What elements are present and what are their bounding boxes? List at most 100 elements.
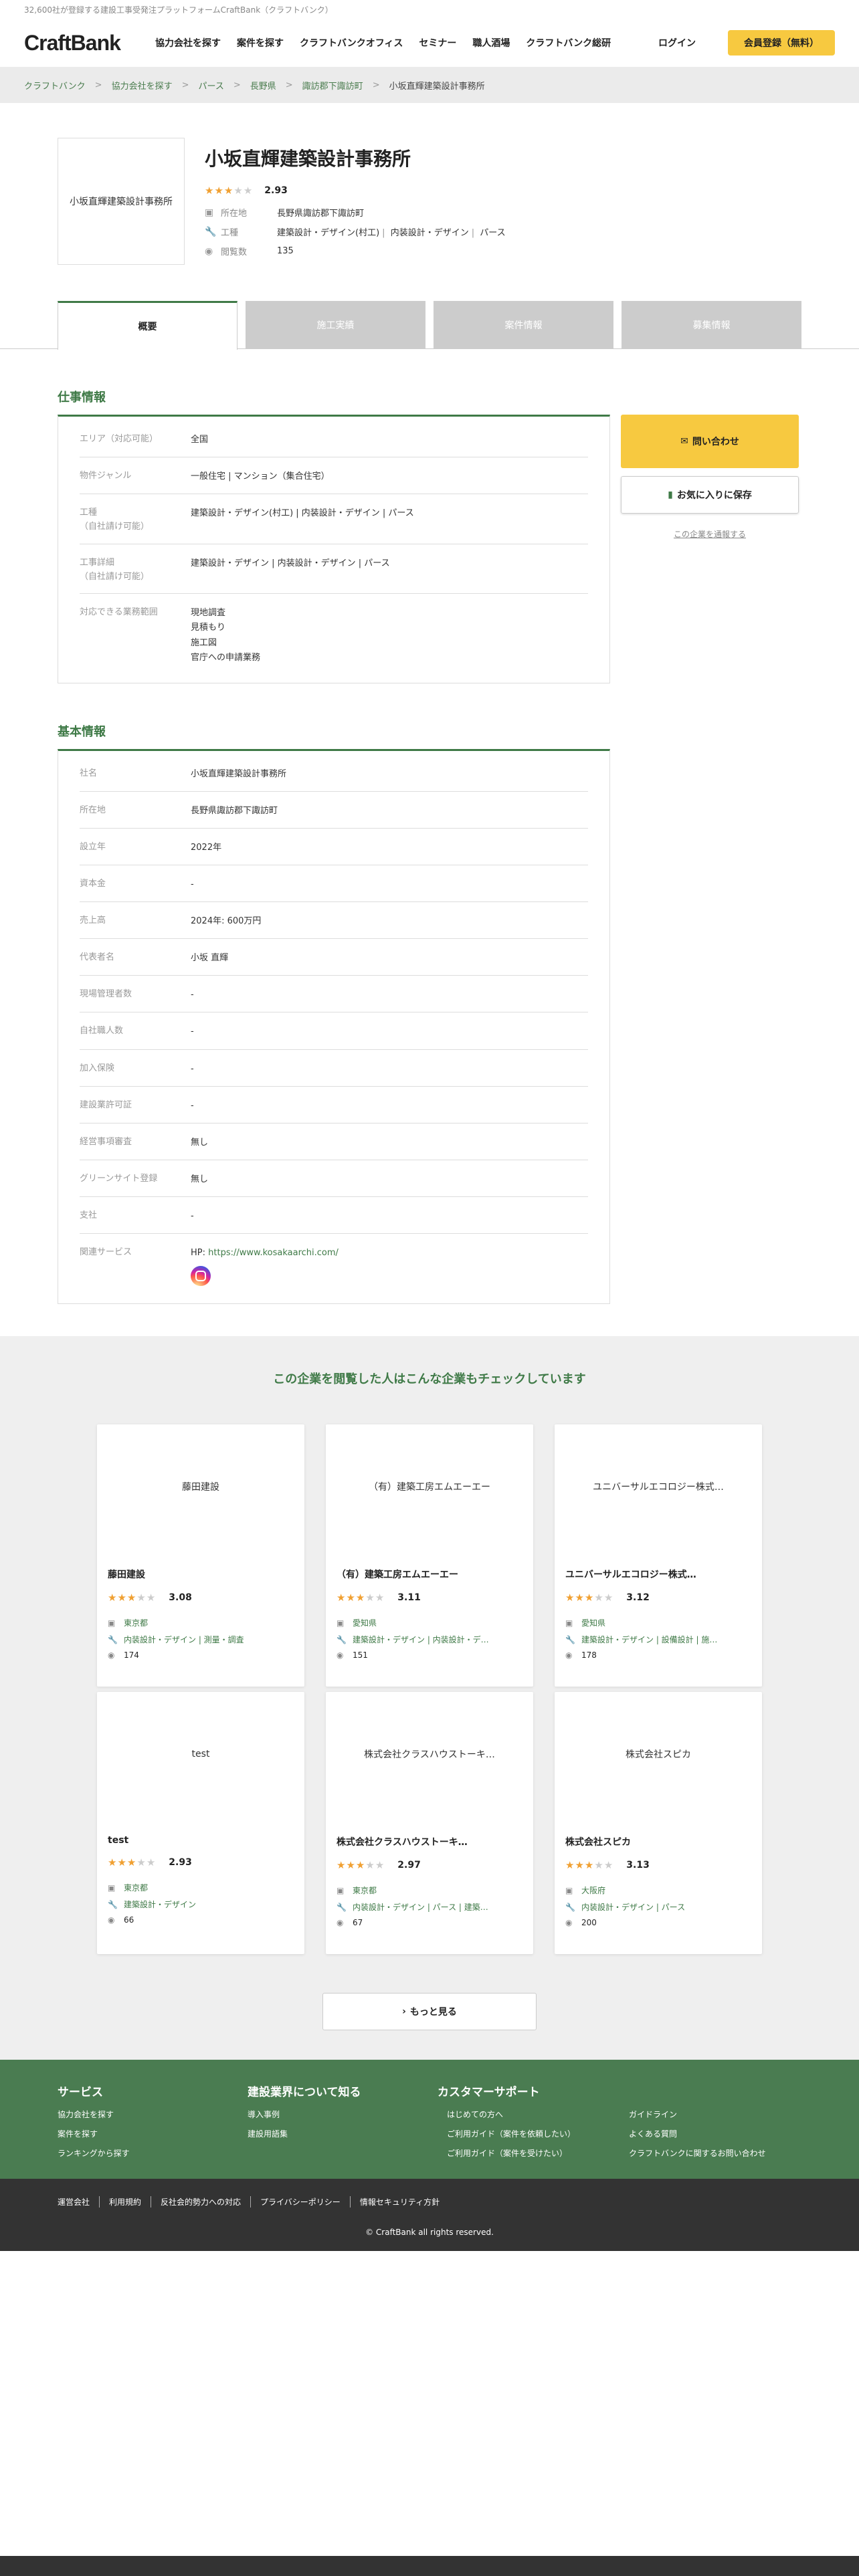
wrench-icon: 🔧: [108, 1899, 118, 1909]
breadcrumb-home[interactable]: クラフトバンク: [24, 79, 86, 92]
building-icon: ▣: [337, 1618, 345, 1628]
footer-bottom-link[interactable]: 反社会的勢力への対応: [161, 2196, 252, 2208]
basic-label: 代表者名: [80, 952, 115, 963]
footer-link[interactable]: よくある質問: [629, 2128, 801, 2139]
recommendations-section: この企業を閲覧した人はこんな企業もチェックしています 藤田建設 藤田建設 ★ ★ ★ ★ ★…: [0, 1336, 859, 2060]
hp-prefix: HP:: [191, 1247, 209, 1258]
card-rating-value: 2.93: [169, 1857, 192, 1868]
trade-link[interactable]: パース: [480, 228, 505, 238]
scope-item: 見積もり: [191, 623, 226, 633]
rating-value: 2.93: [264, 185, 288, 196]
trade-link[interactable]: 内装設計・デザイン: [391, 228, 469, 238]
company-card[interactable]: ユニバーサルエコロジー株式… ユニバーサルエコロジー株式… ★ ★ ★ ★ ★ 3.12 ▣ 愛知…: [555, 1424, 762, 1687]
company-card[interactable]: 藤田建設 藤田建設 ★ ★ ★ ★ ★ 3.08 ▣ 東京都 🔧 内装設計・デザイン | 測量・調査 ◉…: [97, 1424, 304, 1687]
nav-seminar[interactable]: セミナー: [419, 36, 456, 49]
footer-link[interactable]: 建設用語集: [248, 2128, 438, 2139]
footer-link[interactable]: ガイドライン: [629, 2109, 801, 2120]
star-filled-icon: ★: [223, 185, 233, 197]
card-rating-value: 3.08: [169, 1592, 192, 1604]
footer-bottom: 運営会社 利用規約 反社会的勢力への対応 プライバシーポリシー 情報セキュリティ…: [0, 2179, 859, 2252]
views-label: 閲覧数: [221, 247, 248, 257]
footer-link[interactable]: はじめての方へ: [447, 2109, 619, 2120]
star-empty-icon: ★: [146, 1856, 156, 1869]
star-empty-icon: ★: [136, 1592, 146, 1604]
report-link[interactable]: この企業を通報する: [621, 528, 799, 540]
star-filled-icon: ★: [337, 1859, 346, 1872]
footer-bottom-link[interactable]: 運営会社: [58, 2196, 100, 2208]
tab-projects[interactable]: 案件情報: [434, 301, 613, 349]
footer-link[interactable]: 協力会社を探す: [58, 2109, 248, 2120]
star-filled-icon: ★: [575, 1592, 584, 1604]
star-empty-icon: ★: [365, 1592, 375, 1604]
company-card[interactable]: 株式会社クラスハウストーキ… 株式会社クラスハウストーキ… ★ ★ ★ ★ ★ 2.97 ▣ 東京…: [326, 1692, 533, 1955]
card-trades: 内装設計・デザイン | 測量・調査: [124, 1635, 244, 1645]
star-filled-icon: ★: [126, 1856, 136, 1869]
basic-label: グリーンサイト登録: [80, 1173, 158, 1184]
footer-link[interactable]: ご利用ガイド（案件を依頼したい）: [447, 2128, 619, 2139]
basic-value: 小坂直輝建築設計事務所: [191, 768, 287, 779]
homepage-link[interactable]: https://www.kosakaarchi.com/: [208, 1248, 339, 1258]
favorite-button[interactable]: ▮ お気に入りに保存: [621, 476, 799, 514]
basic-label: 現場管理者数: [80, 989, 132, 1000]
breadcrumb-separator: >: [94, 80, 102, 90]
star-filled-icon: ★: [108, 1592, 117, 1604]
breadcrumb-city[interactable]: 諏訪郡下諏訪町: [302, 79, 363, 92]
card-company-name: （有）建築工房エムエーエー: [337, 1570, 458, 1581]
tab-works[interactable]: 施工実績: [246, 301, 425, 349]
company-card[interactable]: （有）建築工房エムエーエー （有）建築工房エムエーエー ★ ★ ★ ★ ★ 3.11 ▣ 愛知県 🔧…: [326, 1424, 533, 1687]
job-value: 建築設計・デザイン(村工) | 内装設計・デザイン | パース: [191, 508, 414, 519]
card-logo: 株式会社クラスハウストーキ…: [364, 1749, 495, 1761]
card-rating-value: 3.13: [626, 1860, 650, 1871]
instagram-icon[interactable]: [191, 1266, 211, 1287]
nav-find-projects[interactable]: 案件を探す: [237, 36, 284, 49]
basic-value: 長野県諏訪郡下諏訪町: [191, 805, 278, 816]
footer-bottom-link[interactable]: 情報セキュリティ方針: [360, 2196, 449, 2208]
basic-value: -: [191, 1027, 194, 1037]
breadcrumb-trade[interactable]: パース: [198, 79, 223, 92]
footer-link[interactable]: 導入事例: [248, 2109, 438, 2120]
location-label: 所在地: [221, 209, 248, 219]
star-filled-icon: ★: [355, 1859, 365, 1872]
contact-button[interactable]: ✉ 問い合わせ: [621, 415, 799, 468]
footer-link[interactable]: ご利用ガイド（案件を受けたい）: [447, 2147, 619, 2159]
register-button[interactable]: 会員登録（無料）: [728, 30, 835, 56]
nav-find-partners[interactable]: 協力会社を探す: [155, 36, 221, 49]
breadcrumb-find-partners[interactable]: 協力会社を探す: [112, 79, 173, 92]
card-rating-value: 3.12: [626, 1592, 650, 1604]
eye-icon: ◉: [108, 1650, 115, 1660]
footer-link[interactable]: クラフトバンクに関するお問い合わせ: [629, 2147, 801, 2159]
login-link[interactable]: ログイン: [658, 36, 696, 49]
more-button[interactable]: › もっと見る: [322, 1993, 537, 2031]
company-card[interactable]: test test ★ ★ ★ ★ ★ 2.93 ▣ 東京都 🔧 建築設計・デザイン ◉ 66: [97, 1692, 304, 1955]
company-card[interactable]: 株式会社スピカ 株式会社スピカ ★ ★ ★ ★ ★ 3.13 ▣ 大阪府 🔧 内装設計・デザイン | …: [555, 1692, 762, 1955]
recommendations-grid: 藤田建設 藤田建設 ★ ★ ★ ★ ★ 3.08 ▣ 東京都 🔧 内装設計・デザイン | 測量・調査 ◉…: [0, 1424, 859, 1955]
card-views: 200: [581, 1918, 597, 1928]
card-trades: 建築設計・デザイン | 内装設計・デ…: [353, 1635, 489, 1645]
basic-value: 2022年: [191, 842, 222, 853]
footer-bottom-link[interactable]: プライバシーポリシー: [260, 2196, 351, 2208]
views-value: 135: [277, 246, 294, 256]
nav-craftsman-bar[interactable]: 職人酒場: [472, 36, 510, 49]
trade-link[interactable]: 建築設計・デザイン(村工): [277, 228, 379, 238]
footer-link[interactable]: ランキングから探す: [58, 2147, 248, 2159]
star-filled-icon: ★: [117, 1856, 126, 1869]
star-empty-icon: ★: [136, 1856, 146, 1869]
card-location: 愛知県: [353, 1618, 377, 1628]
tab-overview[interactable]: 概要: [58, 301, 237, 350]
footer-bottom-link[interactable]: 利用規約: [109, 2196, 152, 2208]
eye-icon: ◉: [565, 1918, 573, 1928]
craftbank-logo[interactable]: CraftBank: [24, 31, 155, 56]
star-filled-icon: ★: [565, 1592, 575, 1604]
card-rating-stars: ★ ★ ★ ★ ★: [337, 1592, 384, 1604]
star-empty-icon: ★: [375, 1592, 385, 1604]
nav-office[interactable]: クラフトバンクオフィス: [300, 36, 403, 49]
breadcrumb-prefecture[interactable]: 長野県: [250, 79, 276, 92]
job-label: 物件ジャンル: [80, 471, 132, 481]
building-icon: ▣: [565, 1618, 573, 1628]
tab-recruit[interactable]: 募集情報: [622, 301, 801, 349]
footer-link[interactable]: 案件を探す: [58, 2128, 248, 2139]
wrench-icon: 🔧: [205, 226, 217, 237]
card-logo: test: [191, 1749, 210, 1760]
nav-research[interactable]: クラフトバンク総研: [526, 36, 611, 49]
footer-know-title: 建設業界について知る: [248, 2086, 361, 2100]
